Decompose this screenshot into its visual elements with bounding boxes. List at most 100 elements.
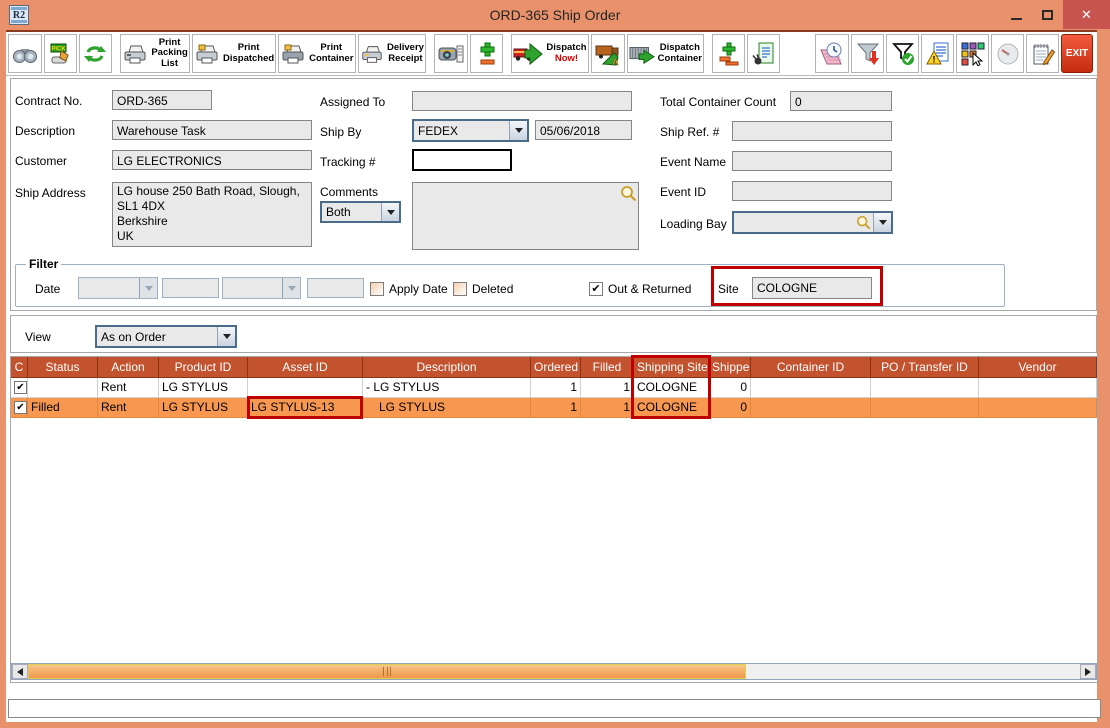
find-button[interactable] [8, 34, 42, 73]
ship-by-select[interactable]: FEDEX [412, 119, 529, 142]
checkbox-icon[interactable] [370, 282, 384, 296]
asset-id-cell[interactable]: LG STYLUS-13 [248, 398, 363, 418]
row-checkbox[interactable]: ✔ [14, 401, 27, 414]
search-icon[interactable] [620, 185, 637, 205]
container-photo-button[interactable] [434, 34, 469, 73]
col-header-filled[interactable]: Filled [581, 357, 634, 378]
notes-button[interactable] [1026, 34, 1060, 73]
alerts-button[interactable]: ! [921, 34, 955, 73]
dispatch-asset-button[interactable]: A [590, 34, 625, 73]
comments-field[interactable] [412, 182, 639, 250]
gauge-button[interactable] [991, 34, 1025, 73]
col-header-po-transfer-id[interactable]: PO / Transfer ID [871, 357, 979, 378]
comments-mode-select[interactable]: Both [320, 201, 401, 223]
col-header-action[interactable]: Action [98, 357, 159, 378]
print-container-button[interactable]: Print Container [278, 34, 356, 73]
exit-button[interactable]: EXIT [1061, 34, 1094, 73]
col-header-asset-id[interactable]: Asset ID [248, 357, 363, 378]
date-field-1[interactable] [162, 278, 219, 298]
assigned-to-field[interactable] [412, 91, 632, 111]
row-checkbox[interactable]: ✔ [14, 381, 27, 394]
deleted-checkbox[interactable]: Deleted [453, 281, 513, 297]
scrollbar-thumb[interactable] [28, 664, 746, 679]
add-container-button[interactable] [712, 34, 746, 73]
filter-apply-button[interactable] [886, 34, 920, 73]
col-header-vendor[interactable]: Vendor [979, 357, 1097, 378]
ship-date-field[interactable]: 05/06/2018 [535, 120, 632, 140]
schedule-button[interactable] [815, 34, 850, 73]
order-lines-table: C Status Action Product ID Asset ID Desc… [11, 357, 1097, 418]
action-cell: Rent [98, 398, 159, 418]
view-select[interactable]: As on Order [95, 325, 237, 348]
maximize-icon [1042, 9, 1053, 20]
connect-document-button[interactable] [747, 34, 781, 73]
chevron-down-icon[interactable] [381, 203, 399, 221]
chevron-down-icon[interactable] [217, 327, 235, 346]
maximize-button[interactable] [1032, 0, 1063, 29]
print-dispatched-button[interactable]: Print Dispatched [192, 34, 276, 73]
description-field[interactable]: Warehouse Task [112, 120, 312, 140]
site-field[interactable]: COLOGNE [752, 277, 872, 299]
date-operator-select-1[interactable] [78, 277, 158, 299]
scroll-right-button[interactable] [1080, 664, 1096, 679]
checkbox-icon[interactable]: ✔ [589, 282, 603, 296]
col-header-shipped[interactable]: Shipped [709, 357, 751, 378]
event-id-field[interactable] [732, 181, 892, 201]
add-plus-icon [477, 42, 497, 66]
table-row[interactable]: ✔ Rent LG STYLUS - LG STYLUS 1 1 COLOGNE… [11, 378, 1097, 398]
total-container-count-field[interactable]: 0 [790, 91, 892, 111]
col-header-shipping-site[interactable]: Shipping Site [634, 357, 709, 378]
print-packing-list-button[interactable]: Print Packing List [119, 34, 191, 73]
date-field-2[interactable] [307, 278, 364, 298]
filter-remove-button[interactable] [851, 34, 885, 73]
date-operator-select-2[interactable] [222, 277, 301, 299]
container-id-cell [751, 378, 871, 398]
horizontal-scrollbar[interactable] [11, 663, 1097, 680]
dispatch-now-button[interactable]: Dispatch Now! [511, 34, 589, 73]
description-cell: - LG STYLUS [363, 378, 531, 398]
dispatch-container-button[interactable]: Dispatch Container [626, 34, 705, 73]
col-header-description[interactable]: Description [363, 357, 531, 378]
title-bar[interactable]: R2 ORD-365 Ship Order ✕ [0, 0, 1110, 30]
vendor-cell [979, 398, 1097, 418]
add-item-button[interactable] [470, 34, 504, 73]
pick-hand-icon: PICK [48, 42, 72, 66]
pick-button[interactable]: PICK [43, 34, 77, 73]
ship-ref-label: Ship Ref. # [660, 125, 720, 139]
chevron-down-icon[interactable] [873, 213, 891, 232]
row-check-cell: ✔ [11, 378, 28, 398]
scroll-left-button[interactable] [12, 664, 28, 679]
printer-receipt-icon [360, 43, 384, 65]
ship-ref-field[interactable] [732, 121, 892, 141]
col-header-container-id[interactable]: Container ID [751, 357, 871, 378]
out-returned-checkbox[interactable]: ✔ Out & Returned [589, 281, 691, 297]
delivery-receipt-button[interactable]: Delivery Receipt [357, 34, 427, 73]
checkbox-icon[interactable] [453, 282, 467, 296]
arrow-left-icon [17, 667, 23, 676]
refresh-button[interactable] [78, 34, 112, 73]
truck-arrow-icon: A [595, 42, 621, 66]
col-header-check[interactable]: C [11, 357, 28, 378]
col-header-ordered[interactable]: Ordered [531, 357, 581, 378]
apply-date-checkbox[interactable]: Apply Date [370, 281, 448, 297]
scrollbar-track[interactable] [28, 664, 1080, 679]
col-header-status[interactable]: Status [28, 357, 98, 378]
chevron-down-icon[interactable] [509, 121, 527, 140]
shipping-site-cell: COLOGNE [634, 378, 709, 398]
event-name-field[interactable] [732, 151, 892, 171]
table-row-selected[interactable]: ✔ Filled Rent LG STYLUS LG STYLUS-13 LG … [11, 398, 1097, 418]
contract-no-field[interactable]: ORD-365 [112, 90, 212, 110]
search-icon[interactable] [856, 215, 873, 230]
customer-field[interactable]: LG ELECTRONICS [112, 150, 312, 170]
minimize-button[interactable] [1001, 0, 1032, 29]
asset-id-cell[interactable] [248, 378, 363, 398]
col-header-product-id[interactable]: Product ID [159, 357, 248, 378]
loading-bay-select[interactable] [732, 211, 893, 234]
assigned-to-label: Assigned To [320, 95, 386, 109]
ship-by-value: FEDEX [418, 123, 459, 138]
camera-clipboard-icon [438, 44, 464, 64]
close-button[interactable]: ✕ [1063, 0, 1110, 29]
ship-address-field[interactable]: LG house 250 Bath Road, Slough, SL1 4DX … [112, 182, 312, 247]
tracking-field[interactable] [412, 149, 512, 171]
layout-options-button[interactable] [956, 34, 990, 73]
